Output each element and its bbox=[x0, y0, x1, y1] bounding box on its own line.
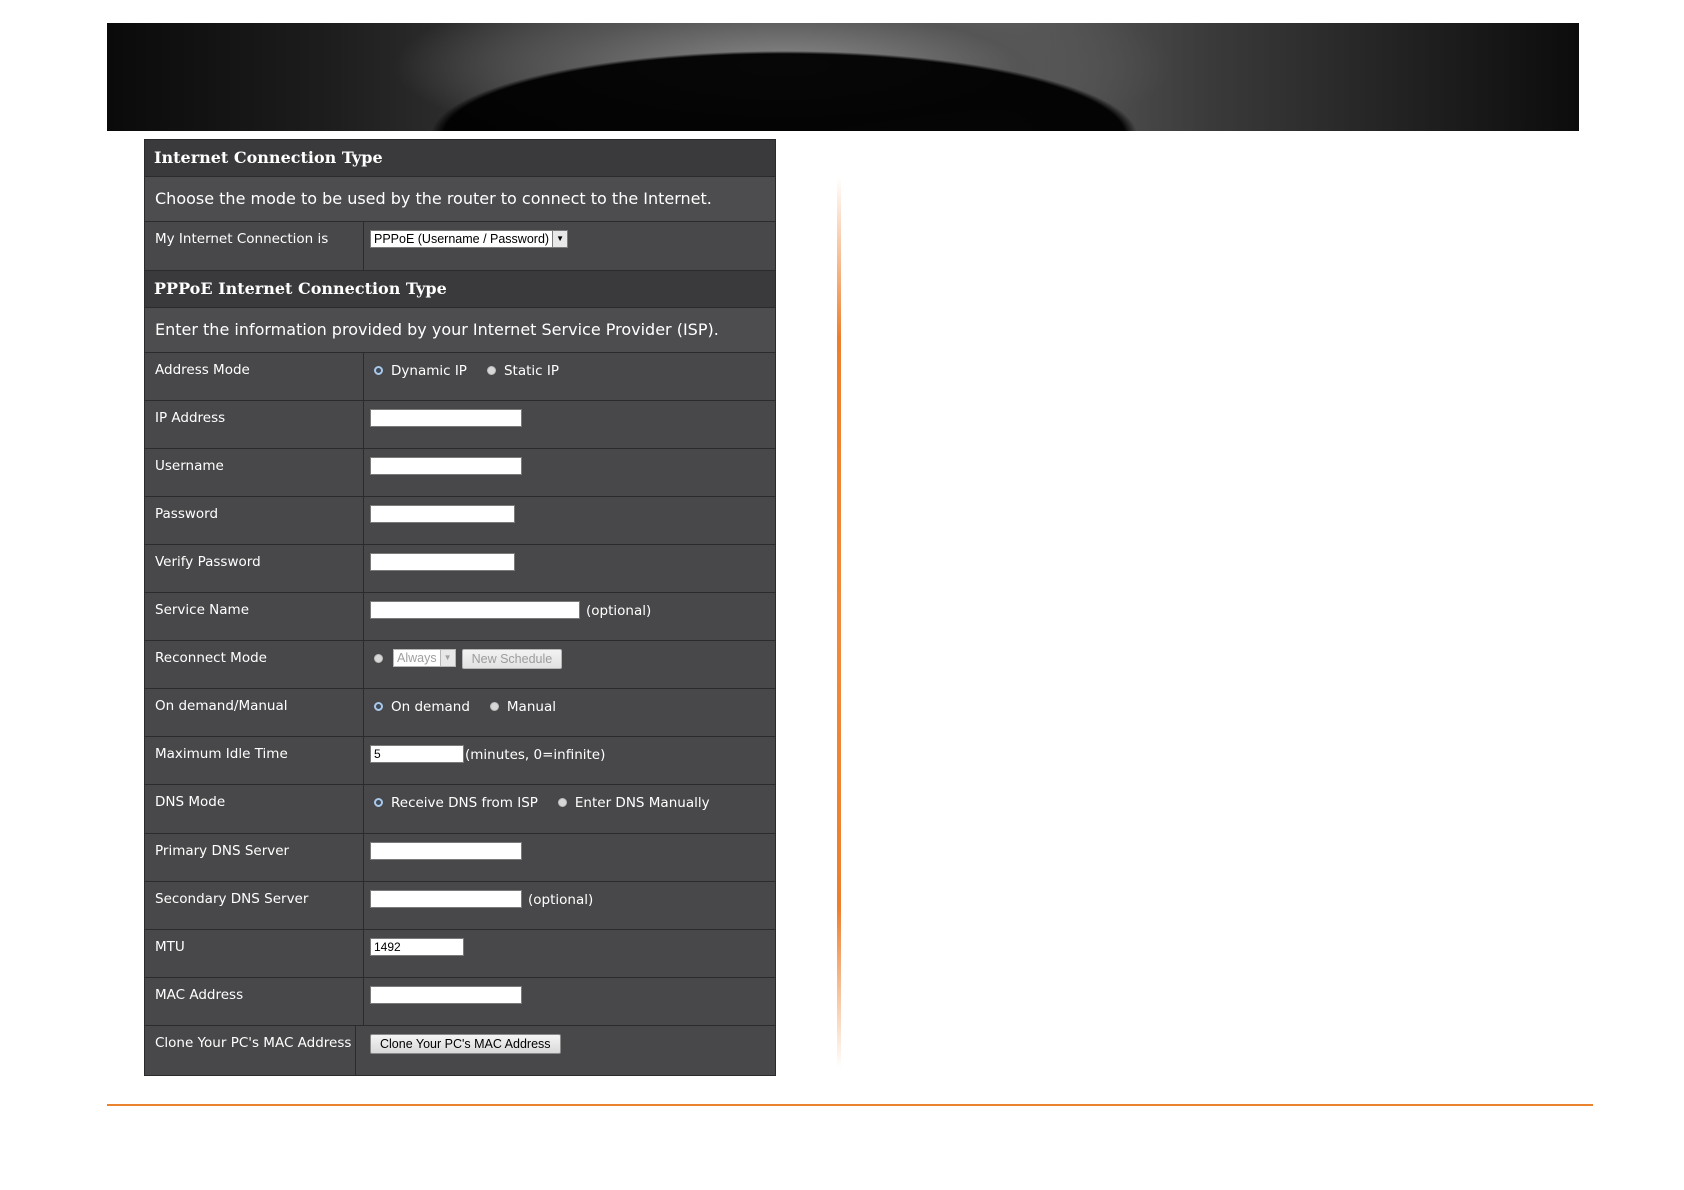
service-name-input[interactable] bbox=[370, 601, 580, 619]
username-input[interactable] bbox=[370, 457, 522, 475]
ip-address-input[interactable] bbox=[370, 409, 522, 427]
row-password: Password bbox=[145, 497, 775, 545]
mac-address-input[interactable] bbox=[370, 986, 522, 1004]
mtu-label: MTU bbox=[145, 930, 364, 977]
row-address-mode: Address Mode Dynamic IP Static IP bbox=[145, 353, 775, 401]
radio-on-demand-label: On demand bbox=[391, 699, 470, 715]
clone-mac-label: Clone Your PC's MAC Address bbox=[145, 1026, 356, 1075]
section-description-pppoe: Enter the information provided by your I… bbox=[145, 308, 775, 353]
chevron-down-icon: ▼ bbox=[439, 650, 455, 666]
radio-reconnect-schedule[interactable] bbox=[374, 654, 383, 663]
primary-dns-input[interactable] bbox=[370, 842, 522, 860]
row-on-demand: On demand/Manual On demand Manual bbox=[145, 689, 775, 737]
row-mac-address: MAC Address bbox=[145, 978, 775, 1026]
username-label: Username bbox=[145, 449, 364, 496]
radio-receive-dns[interactable] bbox=[374, 798, 383, 807]
max-idle-time-label: Maximum Idle Time bbox=[145, 737, 364, 784]
mtu-input[interactable] bbox=[370, 938, 464, 956]
address-mode-label: Address Mode bbox=[145, 353, 364, 400]
verify-password-input[interactable] bbox=[370, 553, 515, 571]
radio-manual[interactable] bbox=[489, 702, 499, 711]
row-secondary-dns: Secondary DNS Server (optional) bbox=[145, 882, 775, 930]
reconnect-mode-label: Reconnect Mode bbox=[145, 641, 364, 688]
schedule-select[interactable]: Always ▼ bbox=[393, 649, 456, 667]
on-demand-label: On demand/Manual bbox=[145, 689, 364, 736]
clone-mac-button[interactable]: Clone Your PC's MAC Address bbox=[370, 1034, 561, 1054]
footer-line bbox=[107, 1104, 1593, 1106]
radio-manual-dns-label: Enter DNS Manually bbox=[574, 795, 710, 811]
connection-type-label: My Internet Connection is bbox=[145, 222, 364, 270]
secondary-dns-label: Secondary DNS Server bbox=[145, 882, 364, 929]
section-title-connection-type: Internet Connection Type bbox=[145, 140, 775, 177]
row-service-name: Service Name (optional) bbox=[145, 593, 775, 641]
secondary-dns-optional-note: (optional) bbox=[528, 892, 594, 908]
row-max-idle-time: Maximum Idle Time (minutes, 0=infinite) bbox=[145, 737, 775, 785]
password-input[interactable] bbox=[370, 505, 515, 523]
password-label: Password bbox=[145, 497, 364, 544]
row-reconnect-mode: Reconnect Mode Always ▼ New Schedule bbox=[145, 641, 775, 689]
radio-manual-dns[interactable] bbox=[557, 798, 567, 807]
row-username: Username bbox=[145, 449, 775, 497]
radio-receive-dns-label: Receive DNS from ISP bbox=[391, 795, 538, 811]
row-verify-password: Verify Password bbox=[145, 545, 775, 593]
service-name-optional-note: (optional) bbox=[586, 603, 652, 619]
radio-dynamic-ip[interactable] bbox=[374, 366, 383, 375]
radio-dynamic-ip-label: Dynamic IP bbox=[391, 363, 467, 379]
verify-password-label: Verify Password bbox=[145, 545, 364, 592]
max-idle-time-input[interactable] bbox=[370, 745, 464, 763]
secondary-dns-input[interactable] bbox=[370, 890, 522, 908]
dns-mode-label: DNS Mode bbox=[145, 785, 364, 833]
section-title-pppoe: PPPoE Internet Connection Type bbox=[145, 271, 775, 308]
section-description: Choose the mode to be used by the router… bbox=[145, 177, 775, 222]
row-connection-type: My Internet Connection is PPPoE (Usernam… bbox=[145, 222, 775, 271]
row-mtu: MTU bbox=[145, 930, 775, 978]
new-schedule-button[interactable]: New Schedule bbox=[461, 649, 563, 669]
radio-on-demand[interactable] bbox=[374, 702, 383, 711]
header-banner bbox=[107, 23, 1579, 131]
radio-static-ip-label: Static IP bbox=[503, 363, 559, 379]
chevron-down-icon: ▼ bbox=[552, 231, 568, 247]
radio-manual-label: Manual bbox=[506, 699, 556, 715]
row-dns-mode: DNS Mode Receive DNS from ISP Enter DNS … bbox=[145, 785, 775, 834]
connection-type-select[interactable]: PPPoE (Username / Password) ▼ bbox=[370, 230, 569, 248]
primary-dns-label: Primary DNS Server bbox=[145, 834, 364, 881]
row-ip-address: IP Address bbox=[145, 401, 775, 449]
radio-static-ip[interactable] bbox=[486, 366, 496, 375]
service-name-label: Service Name bbox=[145, 593, 364, 640]
ip-address-label: IP Address bbox=[145, 401, 364, 448]
orange-divider bbox=[837, 178, 841, 1068]
row-clone-mac: Clone Your PC's MAC Address Clone Your P… bbox=[145, 1026, 775, 1075]
row-primary-dns: Primary DNS Server bbox=[145, 834, 775, 882]
max-idle-time-note: (minutes, 0=infinite) bbox=[465, 747, 606, 763]
mac-address-label: MAC Address bbox=[145, 978, 364, 1025]
settings-panel: Internet Connection Type Choose the mode… bbox=[144, 139, 776, 1076]
